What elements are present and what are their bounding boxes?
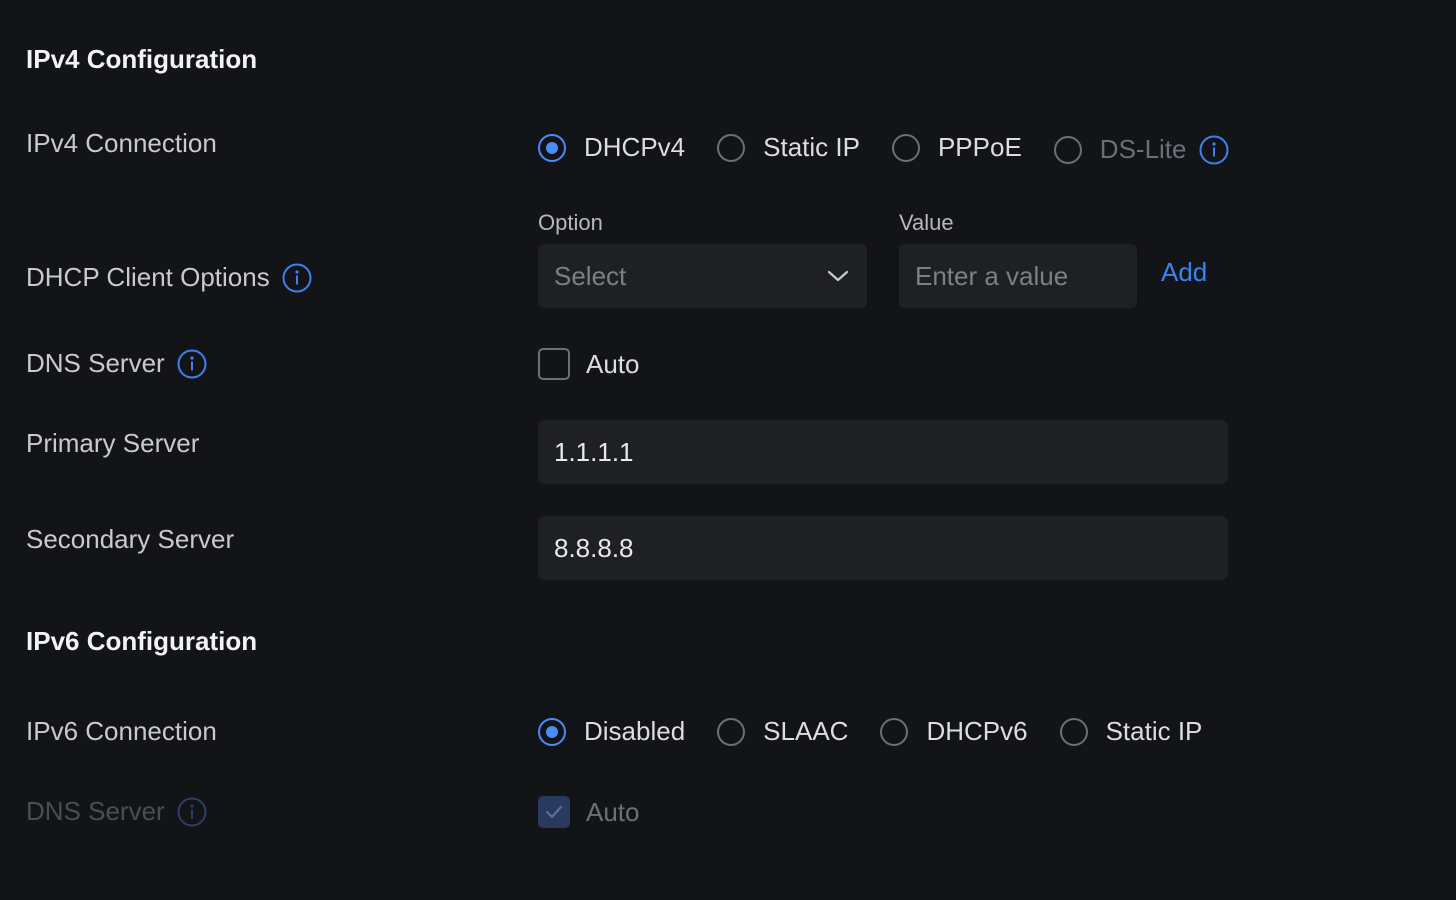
ipv4-dns-server-label-text: DNS Server bbox=[26, 348, 165, 378]
ipv6-connection-label-text: IPv6 Connection bbox=[26, 716, 217, 746]
radio-button[interactable] bbox=[538, 717, 566, 746]
radio-dhcpv4[interactable]: DHCPv4 bbox=[538, 132, 685, 163]
ipv6-connection-radio-group: Disabled SLAAC DHCPv6 Static IP bbox=[538, 716, 1202, 747]
ipv4-dns-server-label: DNS Server bbox=[26, 348, 207, 379]
ipv6-dns-auto[interactable]: Auto bbox=[538, 796, 640, 828]
check-icon bbox=[545, 805, 563, 819]
primary-server-label: Primary Server bbox=[26, 428, 199, 459]
radio-button[interactable] bbox=[1059, 717, 1088, 746]
ipv6-dns-auto-label: Auto bbox=[586, 796, 640, 827]
radio-label: Disabled bbox=[584, 716, 686, 746]
ipv4-dns-auto[interactable]: Auto bbox=[538, 348, 640, 380]
radio-button[interactable] bbox=[891, 133, 920, 162]
radio-static-ip-v6[interactable]: Static IP bbox=[1059, 716, 1203, 747]
radio-button[interactable] bbox=[880, 717, 909, 746]
radio-static-ip[interactable]: Static IP bbox=[717, 132, 860, 163]
radio-label: DHCPv4 bbox=[584, 132, 686, 162]
value-input-placeholder: Enter a value bbox=[915, 260, 1069, 291]
value-caption: Value bbox=[899, 210, 954, 235]
secondary-server-label: Secondary Server bbox=[26, 524, 234, 555]
radio-slaac[interactable]: SLAAC bbox=[717, 716, 848, 747]
chevron-down-icon bbox=[827, 270, 849, 282]
secondary-server-input[interactable]: 8.8.8.8 bbox=[538, 516, 1228, 580]
option-select-placeholder: Select bbox=[554, 260, 627, 291]
radio-button[interactable] bbox=[717, 717, 746, 746]
radio-label: DHCPv6 bbox=[926, 716, 1028, 746]
ipv4-connection-label-text: IPv4 Connection bbox=[26, 128, 217, 158]
info-icon bbox=[177, 797, 207, 826]
info-icon[interactable] bbox=[177, 349, 207, 379]
ipv6-dns-auto-checkbox[interactable] bbox=[538, 796, 570, 828]
dhcp-client-options-label-text: DHCP Client Options bbox=[26, 262, 270, 292]
info-icon[interactable] bbox=[1199, 135, 1229, 165]
radio-button[interactable] bbox=[538, 133, 566, 162]
add-option-button[interactable]: Add bbox=[1161, 257, 1207, 288]
primary-server-input[interactable]: 1.1.1.1 bbox=[538, 420, 1228, 484]
secondary-server-value: 8.8.8.8 bbox=[554, 532, 634, 563]
info-icon[interactable] bbox=[282, 263, 312, 293]
option-caption: Option bbox=[538, 210, 603, 235]
radio-label: Static IP bbox=[1105, 716, 1203, 746]
radio-button[interactable] bbox=[1053, 135, 1082, 164]
ipv4-dns-auto-label: Auto bbox=[586, 348, 640, 379]
option-select[interactable]: Select bbox=[538, 244, 867, 308]
ipv6-section-title: IPv6 Configuration bbox=[26, 626, 258, 656]
radio-disabled[interactable]: Disabled bbox=[538, 716, 685, 747]
ipv6-dns-server-label: DNS Server bbox=[26, 796, 207, 827]
ipv6-connection-label: IPv6 Connection bbox=[26, 716, 217, 747]
secondary-server-label-text: Secondary Server bbox=[26, 524, 235, 554]
ipv6-dns-server-label-text: DNS Server bbox=[26, 796, 165, 826]
value-input[interactable]: Enter a value bbox=[899, 244, 1137, 308]
primary-server-value: 1.1.1.1 bbox=[554, 436, 634, 467]
radio-label: Static IP bbox=[763, 132, 860, 162]
radio-button[interactable] bbox=[717, 133, 746, 162]
ipv4-dns-auto-checkbox[interactable] bbox=[538, 348, 570, 380]
radio-dhcpv6[interactable]: DHCPv6 bbox=[880, 716, 1028, 747]
primary-server-label-text: Primary Server bbox=[26, 428, 200, 458]
radio-label: DS-Lite bbox=[1099, 134, 1187, 164]
radio-label: PPPoE bbox=[937, 132, 1022, 162]
dhcp-client-options-label: DHCP Client Options bbox=[26, 262, 312, 293]
radio-label: SLAAC bbox=[763, 716, 849, 746]
ipv4-connection-label: IPv4 Connection bbox=[26, 128, 217, 159]
radio-ds-lite[interactable]: DS-Lite bbox=[1053, 130, 1229, 165]
radio-pppoe[interactable]: PPPoE bbox=[891, 132, 1022, 163]
ipv4-connection-radio-group: DHCPv4 Static IP PPPoE DS-Lite bbox=[538, 130, 1229, 165]
ipv4-section-title: IPv4 Configuration bbox=[26, 44, 258, 74]
